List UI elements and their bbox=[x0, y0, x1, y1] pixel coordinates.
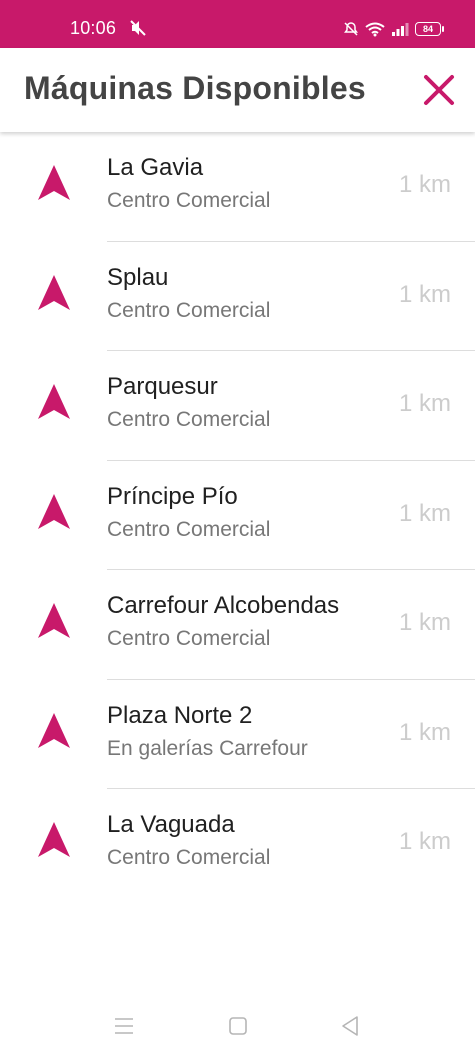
navigation-arrow-icon bbox=[38, 493, 70, 529]
location-distance: 1 km bbox=[398, 828, 451, 855]
alarm-off-icon bbox=[344, 22, 358, 36]
navigation-arrow-icon bbox=[38, 384, 70, 419]
battery-level: 84 bbox=[422, 23, 433, 34]
location-list: La Gavia Centro Comercial 1 km Splau Cen… bbox=[0, 132, 475, 899]
list-item[interactable]: Parquesur Centro Comercial 1 km bbox=[0, 351, 475, 461]
list-item[interactable]: La Gavia Centro Comercial 1 km bbox=[0, 132, 475, 242]
navigation-arrow-icon bbox=[38, 712, 70, 748]
status-time: 10:06 bbox=[70, 18, 117, 38]
location-subtitle: Centro Comercial bbox=[107, 189, 271, 212]
location-name: Plaza Norte 2 bbox=[107, 701, 253, 729]
close-icon[interactable] bbox=[421, 72, 457, 108]
screen: 10:06 84 Máquinas Disponibles La Gavia C… bbox=[0, 0, 475, 1056]
location-name: Parquesur bbox=[107, 373, 218, 400]
list-item[interactable]: Príncipe Pío Centro Comercial 1 km bbox=[0, 461, 475, 570]
location-subtitle: En galerías Carrefour bbox=[107, 736, 308, 760]
back-icon[interactable] bbox=[338, 1014, 362, 1038]
location-distance: 1 km bbox=[398, 390, 451, 417]
location-distance: 1 km bbox=[398, 718, 451, 746]
status-right-icons: 84 bbox=[343, 19, 444, 39]
location-distance: 1 km bbox=[398, 499, 451, 527]
list-item[interactable]: La Vaguada Centro Comercial 1 km bbox=[0, 789, 475, 899]
wifi-icon bbox=[365, 22, 385, 37]
location-subtitle: Centro Comercial bbox=[107, 298, 271, 322]
location-distance: 1 km bbox=[398, 609, 451, 636]
location-name: Splau bbox=[107, 263, 169, 291]
location-subtitle: Centro Comercial bbox=[107, 627, 271, 650]
signal-icon bbox=[392, 23, 409, 36]
location-distance: 1 km bbox=[398, 280, 451, 308]
location-distance: 1 km bbox=[398, 171, 451, 198]
navigation-arrow-icon bbox=[38, 165, 70, 200]
page-title: Máquinas Disponibles bbox=[24, 70, 366, 106]
navigation-arrow-icon bbox=[38, 274, 70, 310]
location-name: La Vaguada bbox=[107, 811, 235, 838]
navigation-arrow-icon bbox=[38, 822, 70, 857]
app-header: Máquinas Disponibles bbox=[0, 48, 475, 132]
location-name: Príncipe Pío bbox=[107, 482, 238, 510]
system-nav-bar bbox=[0, 1000, 475, 1056]
navigation-arrow-icon bbox=[38, 603, 70, 638]
menu-icon[interactable] bbox=[112, 1014, 136, 1038]
location-subtitle: Centro Comercial bbox=[107, 517, 271, 541]
home-icon[interactable] bbox=[226, 1014, 250, 1038]
location-name: Carrefour Alcobendas bbox=[107, 592, 340, 619]
location-subtitle: Centro Comercial bbox=[107, 846, 271, 869]
list-item[interactable]: Plaza Norte 2 En galerías Carrefour 1 km bbox=[0, 680, 475, 789]
location-name: La Gavia bbox=[107, 154, 204, 181]
location-subtitle: Centro Comercial bbox=[107, 408, 271, 431]
list-item[interactable]: Carrefour Alcobendas Centro Comercial 1 … bbox=[0, 570, 475, 680]
battery-icon: 84 bbox=[415, 22, 444, 36]
list-item[interactable]: Splau Centro Comercial 1 km bbox=[0, 242, 475, 351]
mute-icon bbox=[130, 20, 146, 36]
status-bar: 10:06 84 bbox=[0, 0, 475, 48]
